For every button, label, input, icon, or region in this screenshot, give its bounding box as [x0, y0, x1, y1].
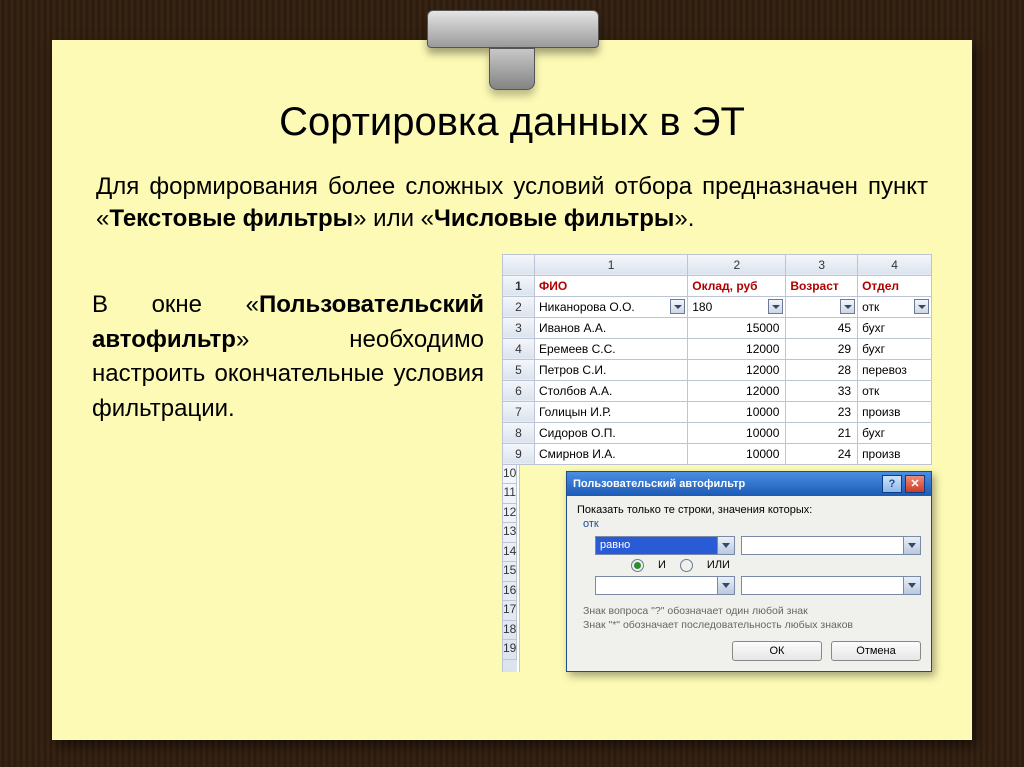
row-header[interactable]: 7 — [503, 401, 535, 422]
radio-and[interactable] — [631, 559, 644, 572]
value-combobox-2[interactable] — [741, 576, 921, 595]
cell[interactable]: отк — [858, 380, 932, 401]
clipboard-clip-icon — [427, 10, 597, 82]
operator-combobox-2[interactable] — [595, 576, 735, 595]
cell[interactable]: бухг — [858, 317, 932, 338]
autofilter-dialog: Пользовательский автофильтр ? ✕ Показать… — [566, 471, 932, 672]
cell[interactable]: 10000 — [688, 401, 786, 422]
cell[interactable]: Иванов А.А. — [534, 317, 687, 338]
cell[interactable]: 33 — [786, 380, 858, 401]
cancel-button[interactable]: Отмена — [831, 641, 921, 661]
col-header-1[interactable]: 1 — [534, 254, 687, 275]
corner-cell[interactable] — [503, 254, 535, 275]
cell[interactable]: 24 — [786, 443, 858, 464]
cell[interactable]: 29 — [786, 338, 858, 359]
row-header[interactable]: 2 — [503, 296, 535, 317]
cell[interactable]: 21 — [786, 422, 858, 443]
close-button[interactable]: ✕ — [905, 475, 925, 493]
spreadsheet-continuation: 10111213141516171819 Пользовательский ав… — [502, 465, 932, 672]
row-header[interactable]: 9 — [503, 443, 535, 464]
filter-cell-age[interactable] — [786, 296, 858, 317]
hint-2: Знак "*" обозначает последовательность л… — [583, 619, 921, 631]
cell[interactable]: 28 — [786, 359, 858, 380]
cell[interactable]: 10000 — [688, 422, 786, 443]
cell[interactable]: Столбов А.А. — [534, 380, 687, 401]
cell[interactable]: 12000 — [688, 380, 786, 401]
row-header[interactable]: 13 — [503, 523, 517, 543]
cell[interactable]: Еремеев С.С. — [534, 338, 687, 359]
row-header[interactable]: 11 — [503, 484, 517, 504]
value-combobox-1[interactable] — [741, 536, 921, 555]
ok-button[interactable]: ОК — [732, 641, 822, 661]
chevron-down-icon — [903, 537, 920, 554]
screenshot-area: 1 2 3 4 1 ФИО Оклад, руб Возраст Отдел 2… — [502, 254, 932, 672]
chevron-down-icon — [717, 537, 734, 554]
chevron-down-icon — [903, 577, 920, 594]
row-header[interactable]: 8 — [503, 422, 535, 443]
row-header[interactable]: 14 — [503, 543, 517, 563]
spreadsheet: 1 2 3 4 1 ФИО Оклад, руб Возраст Отдел 2… — [502, 254, 932, 465]
cell[interactable]: Голицын И.Р. — [534, 401, 687, 422]
radio-or[interactable] — [680, 559, 693, 572]
row-header[interactable]: 1 — [503, 275, 535, 296]
filter-dropdown-icon[interactable] — [914, 299, 929, 314]
cell[interactable]: 15000 — [688, 317, 786, 338]
row-header[interactable]: 15 — [503, 562, 517, 582]
cell[interactable]: 12000 — [688, 338, 786, 359]
cell[interactable]: 10000 — [688, 443, 786, 464]
cell[interactable]: произв — [858, 401, 932, 422]
dialog-title: Пользовательский автофильтр — [573, 478, 745, 490]
sticky-note: Сортировка данных в ЭТ Для формирования … — [52, 40, 972, 740]
filter-cell-salary[interactable]: 180 — [688, 296, 786, 317]
radio-or-label: ИЛИ — [707, 559, 730, 571]
cell[interactable]: Сидоров О.П. — [534, 422, 687, 443]
cell[interactable]: 45 — [786, 317, 858, 338]
dialog-field-name: отк — [583, 518, 921, 530]
radio-and-label: И — [658, 559, 666, 571]
filter-dropdown-icon[interactable] — [768, 299, 783, 314]
row-header[interactable]: 19 — [503, 640, 517, 660]
row-header[interactable]: 10 — [503, 465, 517, 485]
header-cell-dept[interactable]: Отдел — [858, 275, 932, 296]
row-header[interactable]: 16 — [503, 582, 517, 602]
cell[interactable]: произв — [858, 443, 932, 464]
paragraph-1: Для формирования более сложных условий о… — [96, 171, 928, 236]
help-button[interactable]: ? — [882, 475, 902, 493]
row-header[interactable]: 4 — [503, 338, 535, 359]
row-header[interactable]: 17 — [503, 601, 517, 621]
cell[interactable]: перевоз — [858, 359, 932, 380]
paragraph-2: В окне «Пользовательский автофильтр» нео… — [92, 288, 484, 427]
filter-dropdown-icon[interactable] — [670, 299, 685, 314]
row-header[interactable]: 12 — [503, 504, 517, 524]
col-header-4[interactable]: 4 — [858, 254, 932, 275]
cell[interactable]: бухг — [858, 338, 932, 359]
header-cell-fio[interactable]: ФИО — [534, 275, 687, 296]
dialog-prompt: Показать только те строки, значения кото… — [577, 504, 921, 516]
operator-combobox-1[interactable]: равно — [595, 536, 735, 555]
header-cell-salary[interactable]: Оклад, руб — [688, 275, 786, 296]
row-header[interactable]: 3 — [503, 317, 535, 338]
cell[interactable]: бухг — [858, 422, 932, 443]
cell[interactable]: Петров С.И. — [534, 359, 687, 380]
header-cell-age[interactable]: Возраст — [786, 275, 858, 296]
filter-dropdown-icon[interactable] — [840, 299, 855, 314]
row-header[interactable]: 6 — [503, 380, 535, 401]
row-header[interactable]: 5 — [503, 359, 535, 380]
cell[interactable]: 12000 — [688, 359, 786, 380]
cell[interactable]: 23 — [786, 401, 858, 422]
col-header-3[interactable]: 3 — [786, 254, 858, 275]
filter-cell-fio[interactable]: Никанорова О.О. — [534, 296, 687, 317]
hint-1: Знак вопроса "?" обозначает один любой з… — [583, 605, 921, 617]
chevron-down-icon — [717, 577, 734, 594]
cell[interactable]: Смирнов И.А. — [534, 443, 687, 464]
filter-cell-dept[interactable]: отк — [858, 296, 932, 317]
col-header-2[interactable]: 2 — [688, 254, 786, 275]
slide-title: Сортировка данных в ЭТ — [92, 100, 932, 145]
row-header[interactable]: 18 — [503, 621, 517, 641]
